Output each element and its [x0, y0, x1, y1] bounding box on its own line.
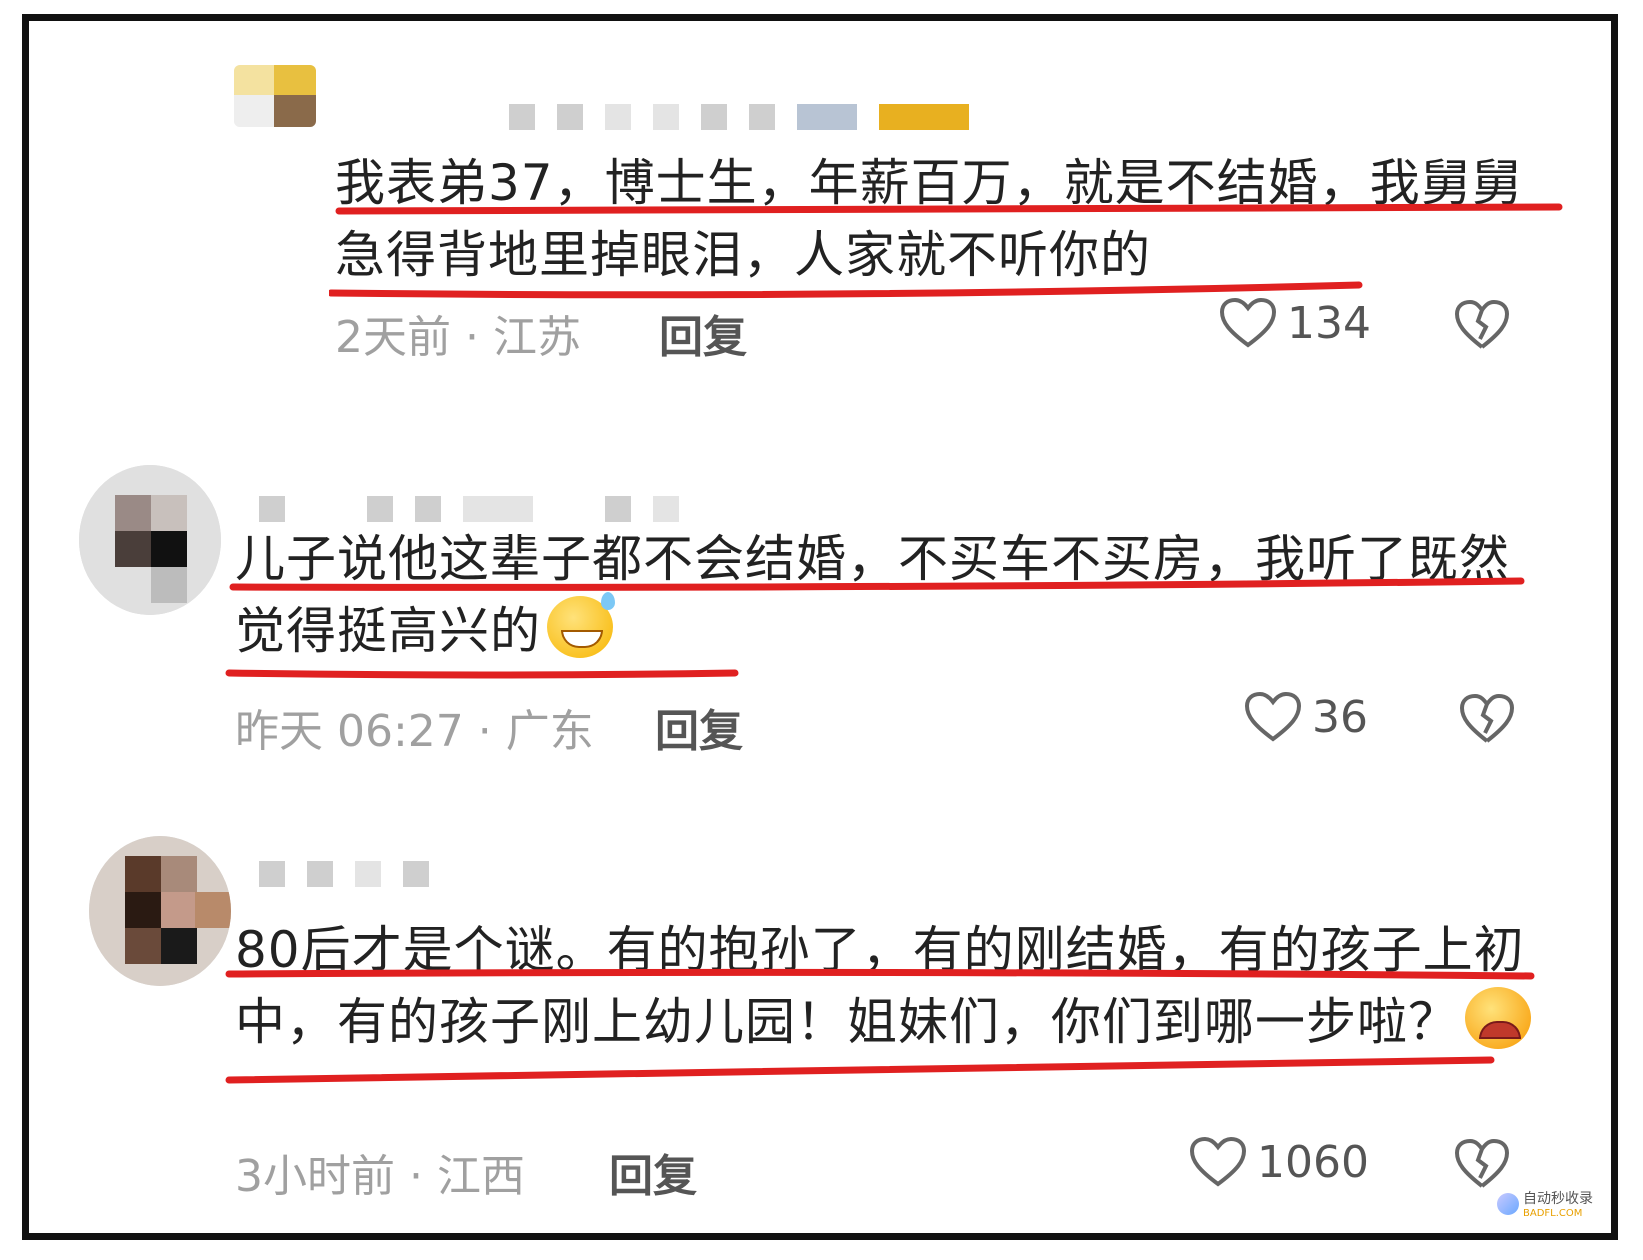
watermark-text: 自动秒收录 [1523, 1191, 1593, 1207]
username-redacted[interactable] [259, 495, 679, 523]
comment-meta: 2天前 · 江苏 回复 134 [29, 297, 1611, 363]
broken-heart-icon [1459, 693, 1515, 743]
like-button[interactable]: 134 [1219, 297, 1371, 349]
comment-meta: 3小时前 · 江西 回复 1060 [29, 1136, 1611, 1202]
broken-heart-icon [1454, 299, 1510, 349]
reply-button[interactable]: 回复 [655, 695, 743, 759]
comment-time-location: 昨天 06:27 · 广东 [235, 706, 594, 757]
reply-button[interactable]: 回复 [609, 1140, 697, 1204]
heart-outline-icon [1189, 1136, 1247, 1187]
watermark: 自动秒收录 BADFL.COM [1497, 1188, 1593, 1219]
reply-button[interactable]: 回复 [659, 301, 747, 365]
avatar[interactable] [89, 836, 231, 986]
comment-time-location: 3小时前 · 江西 [235, 1151, 525, 1202]
like-count: 134 [1287, 297, 1371, 349]
like-button[interactable]: 36 [1244, 691, 1368, 743]
like-count: 1060 [1257, 1136, 1369, 1188]
screenshot-frame: 我表弟37，博士生，年薪百万，就是不结婚，我舅舅急得背地里掉眼泪，人家就不听你的… [22, 14, 1618, 1240]
broken-heart-icon [1454, 1138, 1510, 1188]
like-count: 36 [1312, 691, 1368, 743]
username-redacted[interactable] [509, 103, 969, 131]
dislike-button[interactable] [1454, 299, 1510, 351]
comment-item: 我表弟37，博士生，年薪百万，就是不结婚，我舅舅急得背地里掉眼泪，人家就不听你的… [29, 59, 1611, 379]
comment-item: 80后才是个谜。有的抱孙了，有的刚结婚，有的孩子上初中，有的孩子刚上幼儿园！姐妹… [29, 826, 1611, 1233]
red-underline [225, 577, 1525, 679]
dislike-button[interactable] [1454, 1138, 1510, 1190]
like-button[interactable]: 1060 [1189, 1136, 1369, 1188]
comment-meta: 昨天 06:27 · 广东 回复 36 [29, 691, 1611, 757]
watermark-logo-icon [1497, 1192, 1519, 1215]
avatar[interactable] [234, 65, 316, 127]
heart-outline-icon [1244, 691, 1302, 742]
red-underline [225, 968, 1535, 1084]
username-redacted[interactable] [259, 860, 429, 888]
comment-time-location: 2天前 · 江苏 [335, 312, 581, 363]
avatar[interactable] [79, 465, 221, 615]
comment-item: 儿子说他这辈子都不会结婚，不买车不买房，我听了既然觉得挺高兴的 昨天 06:27… [29, 451, 1611, 781]
heart-outline-icon [1219, 297, 1277, 348]
watermark-url: BADFL.COM [1523, 1208, 1583, 1219]
dislike-button[interactable] [1459, 693, 1515, 745]
